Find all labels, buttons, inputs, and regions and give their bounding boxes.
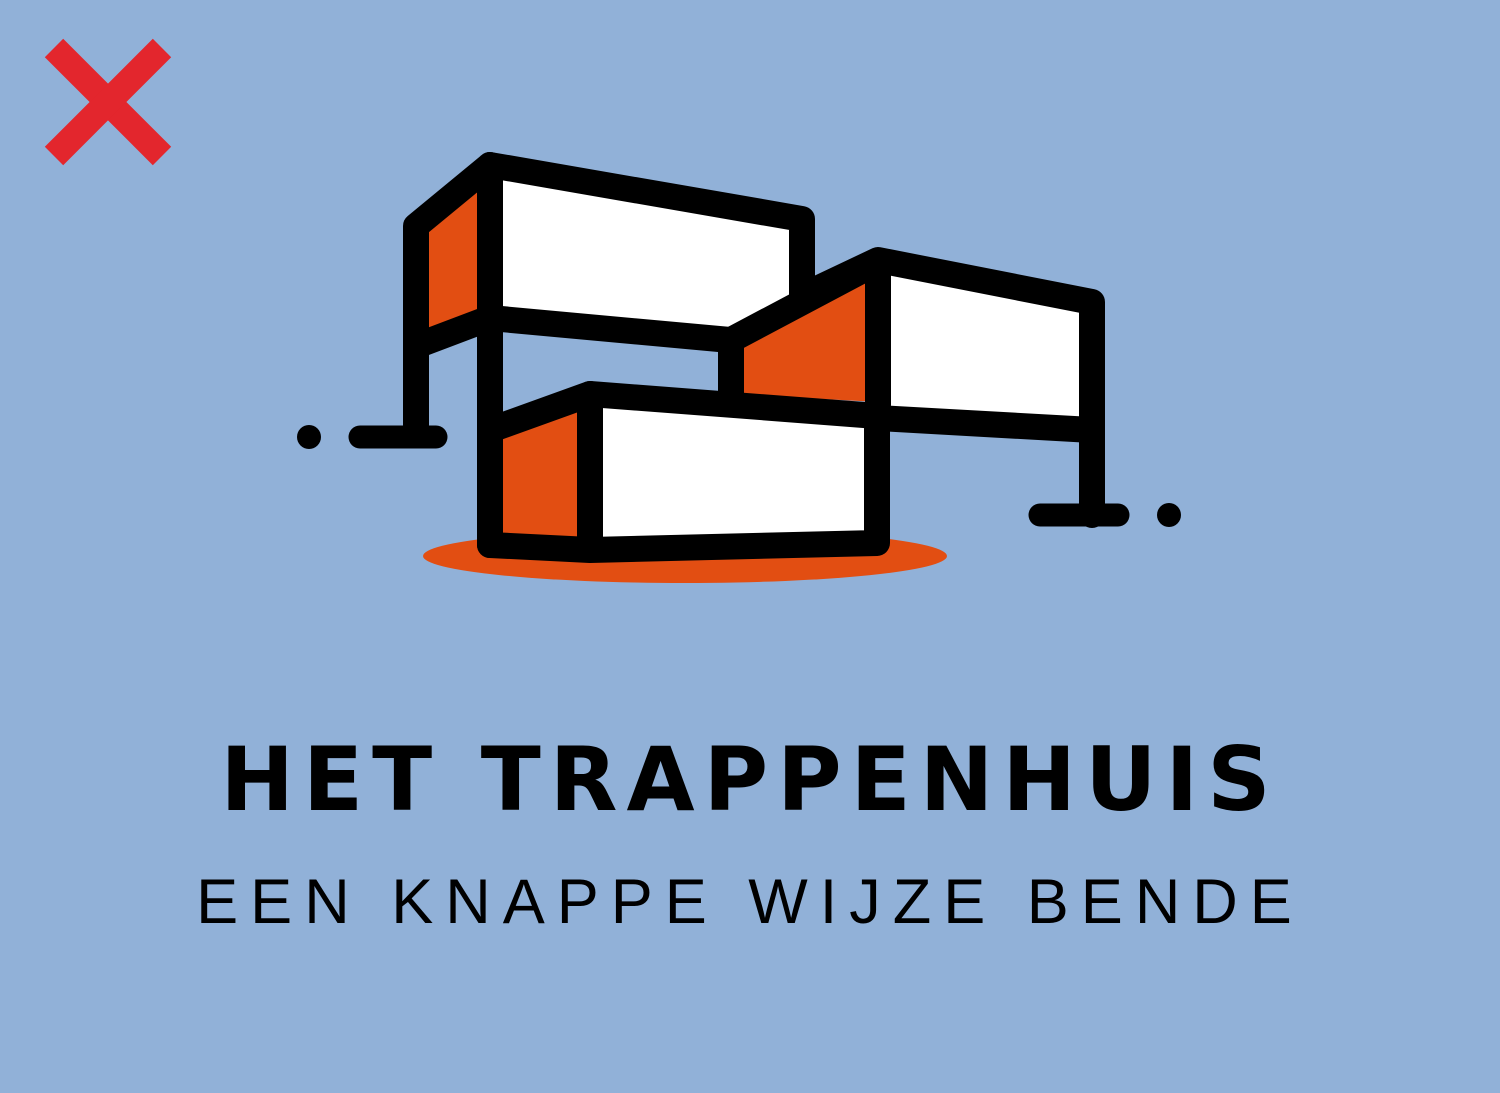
building-logo xyxy=(290,145,1190,595)
ground-dot-left xyxy=(297,425,321,449)
close-button[interactable] xyxy=(40,36,176,168)
box-front xyxy=(477,381,890,563)
ground-dot-right xyxy=(1157,503,1181,527)
building-stack-icon xyxy=(297,152,1181,583)
close-icon xyxy=(44,38,172,166)
logo-canvas: HET TRAPPENHUIS EEN KNAPPE WIJZE BENDE xyxy=(0,0,1500,1093)
brand-title: HET TRAPPENHUIS xyxy=(220,728,1280,831)
brand-tagline: EEN KNAPPE WIJZE BENDE xyxy=(196,867,1304,937)
